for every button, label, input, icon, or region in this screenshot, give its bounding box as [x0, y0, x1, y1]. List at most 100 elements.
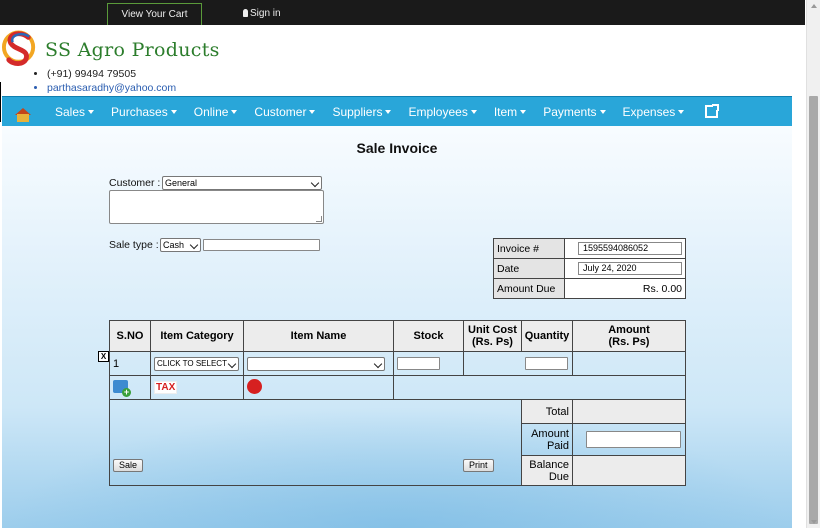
main-content: Sale Invoice Customer : General Sale typ…: [2, 126, 792, 528]
chevron-down-icon: [227, 359, 237, 368]
col-item-name: Item Name: [243, 320, 394, 352]
amount-paid-input[interactable]: [586, 431, 681, 448]
table-row: TAX: [109, 375, 686, 400]
amount-cell: [572, 351, 686, 376]
main-nav: Sales Purchases Online Customer Supplier…: [2, 96, 792, 126]
nav-label: Purchases: [111, 104, 168, 119]
col-unit-cost: Unit Cost (Rs. Ps): [463, 320, 522, 352]
balance-due-label: Balance Due: [521, 455, 573, 486]
chevron-down-icon: [470, 109, 477, 114]
balance-due-value: [572, 455, 686, 486]
table-row: Total: [109, 399, 686, 486]
amount-paid-label: Amount Paid: [521, 423, 573, 456]
col-amount-line2: (Rs. Ps): [608, 336, 650, 348]
page-title: Sale Invoice: [356, 140, 438, 156]
print-button[interactable]: Print: [463, 459, 494, 472]
col-stock: Stock: [393, 320, 464, 352]
total-value: [572, 399, 686, 424]
chevron-down-icon: [520, 109, 527, 114]
sale-type-extra-input[interactable]: [203, 239, 320, 251]
chevron-down-icon: [310, 178, 320, 188]
amount-paid-label-line1: Amount: [531, 427, 569, 440]
add-row-icon[interactable]: [113, 379, 131, 397]
divider: [0, 82, 1, 122]
remove-row-button[interactable]: X: [98, 351, 109, 362]
nav-label: Online: [193, 104, 229, 119]
nav-customer[interactable]: Customer: [254, 104, 316, 119]
nav-online[interactable]: Online: [194, 105, 238, 119]
row-sno: 1: [109, 351, 151, 376]
new-item-icon[interactable]: [247, 378, 262, 394]
nav-expenses[interactable]: Expenses: [623, 105, 685, 119]
invoice-number-input[interactable]: 1595594086052: [578, 242, 682, 255]
table-row: 1 CLICK TO SELECT: [109, 351, 686, 376]
date-input[interactable]: July 24, 2020: [578, 262, 682, 275]
nav-label: Customer: [254, 104, 307, 119]
sign-in-label: Sign in: [250, 8, 281, 19]
col-amount: Amount (Rs. Ps): [572, 320, 686, 352]
sale-button[interactable]: Sale: [113, 459, 144, 472]
chevron-down-icon: [231, 109, 238, 114]
customer-select[interactable]: General: [162, 176, 322, 190]
unit-cost-cell: [463, 351, 522, 376]
col-sno: S.NO: [109, 320, 151, 352]
invoice-items-table: S.NO Item Category Item Name Stock Unit …: [109, 320, 686, 486]
customer-label: Customer :: [109, 177, 161, 189]
nav-purchases[interactable]: Purchases: [111, 105, 177, 119]
amount-due-label: Amount Due: [493, 278, 565, 299]
total-label: Total: [521, 399, 573, 424]
col-amount-line1: Amount: [608, 324, 650, 336]
sale-type-label: Sale type :: [109, 239, 159, 251]
tax-icon[interactable]: TAX: [154, 381, 178, 394]
phone-number: (+91) 99494 79505: [47, 67, 176, 81]
item-category-select[interactable]: CLICK TO SELECT: [154, 356, 239, 371]
nav-sales[interactable]: Sales: [55, 104, 95, 119]
invoice-info-table: Invoice # 1595594086052 Date July 24, 20…: [493, 238, 686, 299]
user-icon: [243, 9, 248, 17]
table-row: Amount Due Rs. 0.00: [493, 278, 686, 299]
chevron-down-icon: [189, 240, 199, 250]
sign-in-link[interactable]: Sign in: [243, 0, 281, 25]
brand-name: SS Agro Products: [45, 39, 220, 61]
nav-label: Item: [493, 104, 518, 119]
col-quantity: Quantity: [521, 320, 573, 352]
external-link-icon[interactable]: [705, 103, 721, 118]
customer-address-textarea[interactable]: [109, 190, 324, 224]
table-row: Date July 24, 2020: [493, 258, 686, 279]
invoice-number-label: Invoice #: [493, 238, 565, 259]
view-cart-link[interactable]: View Your Cart: [107, 3, 202, 25]
stock-input[interactable]: [397, 357, 440, 370]
amount-paid-label-line2: Paid: [546, 439, 569, 452]
scroll-up-icon[interactable]: [811, 4, 817, 8]
top-bar: View Your Cart Sign in: [0, 0, 805, 25]
balance-due-label-line1: Balance: [529, 458, 569, 471]
sale-type-select[interactable]: Cash: [160, 238, 201, 252]
chevron-down-icon: [385, 109, 392, 114]
col-unit-cost-line2: (Rs. Ps): [472, 336, 513, 348]
nav-payments[interactable]: Payments: [543, 105, 606, 119]
nav-label: Expenses: [622, 104, 676, 119]
chevron-down-icon: [373, 359, 383, 368]
nav-label: Sales: [55, 104, 86, 119]
chevron-down-icon: [88, 109, 95, 114]
chevron-down-icon: [678, 109, 685, 114]
nav-label: Employees: [408, 104, 468, 119]
col-unit-cost-line1: Unit Cost: [468, 324, 517, 336]
scroll-down-icon[interactable]: [811, 520, 817, 524]
chevron-down-icon: [309, 109, 316, 114]
home-icon[interactable]: [2, 97, 44, 127]
balance-due-label-line2: Due: [548, 470, 569, 483]
scroll-thumb[interactable]: [809, 96, 818, 524]
quantity-input[interactable]: [524, 357, 568, 370]
nav-employees[interactable]: Employees: [408, 104, 477, 119]
table-header-row: S.NO Item Category Item Name Stock Unit …: [109, 320, 686, 352]
nav-suppliers[interactable]: Suppliers: [332, 105, 392, 119]
brand-header: SS Agro Products (+91) 99494 79505 parth…: [0, 26, 805, 122]
email-link[interactable]: parthasaradhy@yahoo.com: [47, 81, 176, 95]
nav-item[interactable]: Item: [493, 104, 527, 119]
item-category-selected: CLICK TO SELECT: [157, 358, 227, 368]
page-scrollbar[interactable]: [806, 0, 820, 528]
amount-due-value: Rs. 0.00: [564, 278, 686, 299]
item-name-select[interactable]: [247, 356, 385, 371]
customer-selected: General: [165, 178, 198, 188]
